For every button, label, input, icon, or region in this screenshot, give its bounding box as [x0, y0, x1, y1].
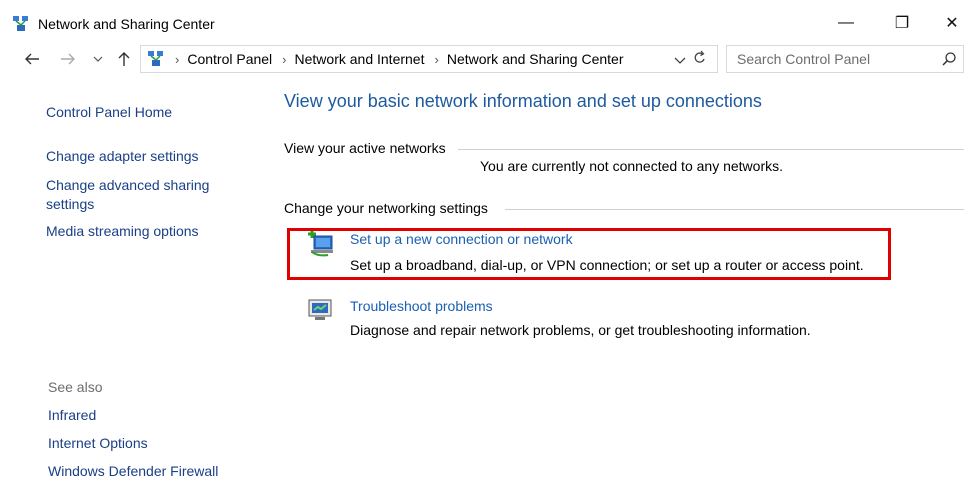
close-button[interactable]: ✕ — [932, 8, 964, 38]
back-arrow-icon[interactable] — [22, 48, 42, 70]
refresh-icon[interactable] — [693, 50, 707, 71]
network-center-icon — [12, 15, 30, 33]
see-also-heading: See also — [48, 379, 103, 395]
internet-options-link[interactable]: Internet Options — [48, 435, 148, 451]
search-box[interactable]: Search Control Panel — [726, 45, 964, 73]
recent-locations-chevron-icon[interactable] — [92, 48, 104, 70]
address-dropdown-chevron-icon[interactable] — [674, 52, 686, 70]
breadcrumb-separator[interactable]: › — [175, 52, 179, 67]
change-adapter-settings-link[interactable]: Change adapter settings — [46, 148, 199, 164]
control-panel-home-link[interactable]: Control Panel Home — [46, 104, 172, 120]
troubleshoot-icon[interactable] — [306, 297, 336, 328]
breadcrumb-separator[interactable]: › — [282, 52, 286, 67]
address-location-icon — [147, 50, 165, 68]
address-bar[interactable]: › Control Panel › Network and Internet ›… — [140, 45, 718, 73]
active-networks-heading: View your active networks — [284, 140, 446, 156]
troubleshoot-problems-link[interactable]: Troubleshoot problems — [350, 298, 493, 314]
breadcrumb-control-panel[interactable]: Control Panel — [187, 51, 272, 67]
forward-arrow-icon[interactable] — [58, 48, 78, 70]
search-icon[interactable] — [941, 51, 957, 72]
breadcrumb-network-and-internet[interactable]: Network and Internet — [295, 51, 425, 67]
breadcrumb-network-and-sharing-center[interactable]: Network and Sharing Center — [447, 51, 624, 67]
breadcrumb-separator[interactable]: › — [434, 52, 438, 67]
windows-defender-firewall-link[interactable]: Windows Defender Firewall — [48, 463, 218, 479]
search-input[interactable]: Search Control Panel — [737, 51, 870, 67]
highlight-box — [287, 228, 891, 280]
infrared-link[interactable]: Infrared — [48, 407, 96, 423]
change-advanced-sharing-settings-link[interactable]: Change advanced sharing settings — [46, 176, 246, 214]
network-status-text: You are currently not connected to any n… — [480, 158, 783, 174]
restore-button[interactable]: ❐ — [882, 8, 922, 38]
page-title: View your basic network information and … — [284, 91, 762, 111]
change-networking-heading: Change your networking settings — [284, 200, 488, 216]
section-divider — [505, 209, 964, 210]
window-title: Network and Sharing Center — [38, 16, 215, 32]
title-bar: Network and Sharing Center — ❐ ✕ — [0, 0, 964, 40]
up-arrow-icon[interactable] — [115, 48, 133, 70]
media-streaming-options-link[interactable]: Media streaming options — [46, 223, 199, 239]
minimize-button[interactable]: — — [826, 8, 866, 38]
section-divider — [458, 149, 964, 150]
troubleshoot-description: Diagnose and repair network problems, or… — [350, 322, 811, 338]
